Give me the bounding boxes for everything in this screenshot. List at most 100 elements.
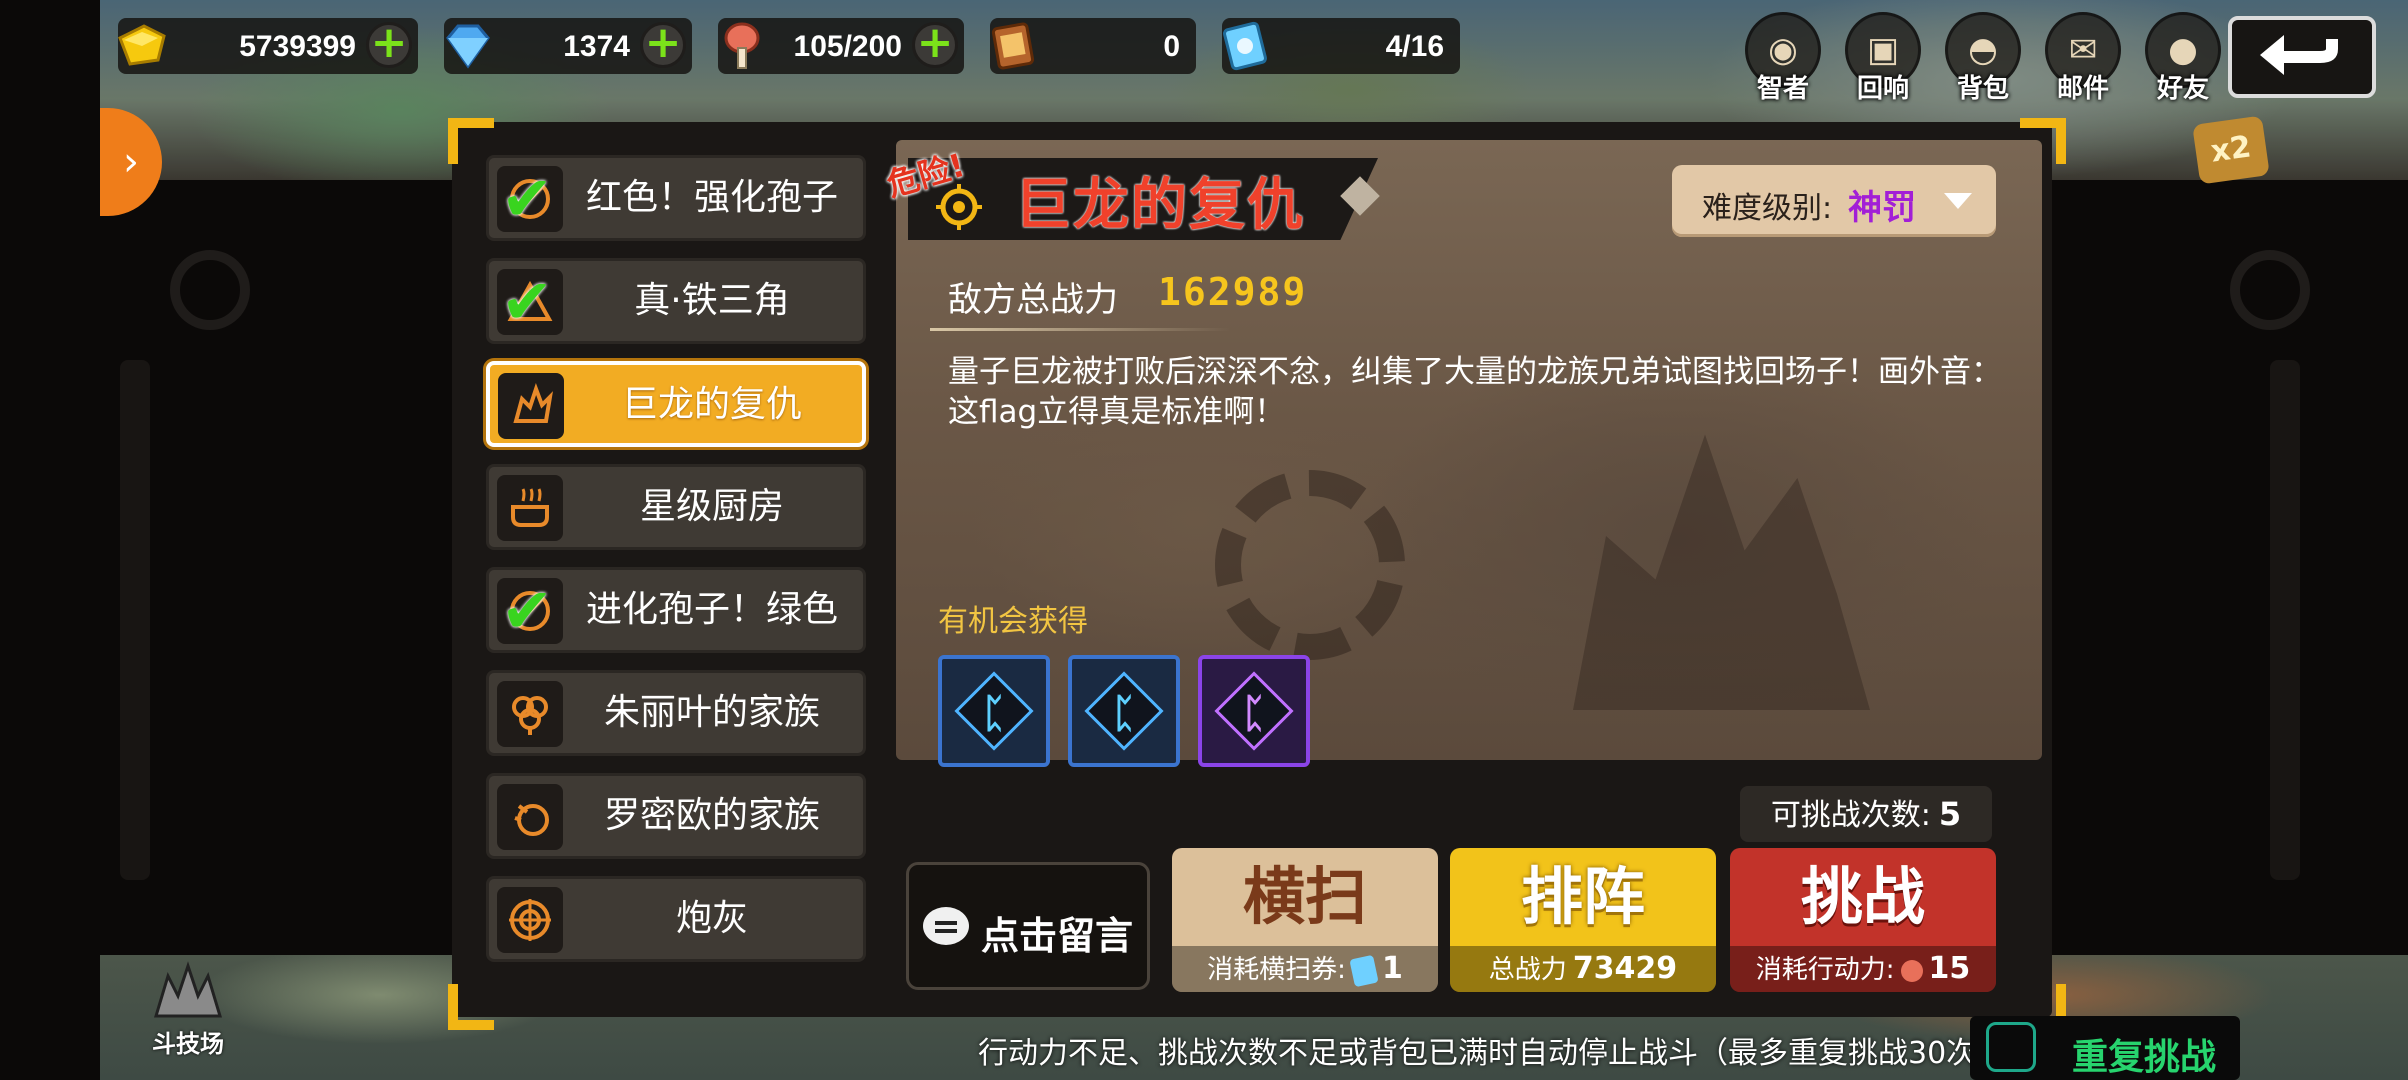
divider bbox=[930, 328, 1230, 331]
repeat-checkbox[interactable] bbox=[1986, 1022, 2036, 1072]
nav-echo[interactable]: ▣ 回响 bbox=[1838, 12, 1928, 104]
chat-bubble-icon bbox=[923, 907, 969, 945]
gold-resource: 5739399 + bbox=[118, 18, 418, 74]
stage-item-dragon-revenge[interactable]: 巨龙的复仇 bbox=[486, 361, 866, 447]
sweep-button[interactable]: 横扫 消耗横扫券: 1 bbox=[1172, 848, 1438, 992]
add-stamina-button[interactable]: + bbox=[912, 21, 958, 68]
chevron-down-icon bbox=[1944, 193, 1972, 209]
enemy-power-value: 162989 bbox=[1158, 270, 1308, 314]
auto-stop-note: 行动力不足、挑战次数不足或背包已满时自动停止战斗（最多重复挑战30次） bbox=[978, 1036, 2007, 1071]
attempts-label: 可挑战次数: bbox=[1770, 798, 1931, 833]
nav-mail-label: 邮件 bbox=[2056, 74, 2109, 104]
nav-friends[interactable]: ● 好友 bbox=[2138, 12, 2228, 104]
back-arrow-icon bbox=[2260, 35, 2338, 75]
deco-frame-left bbox=[120, 360, 150, 880]
flower-icon bbox=[497, 681, 563, 747]
add-diamond-button[interactable]: + bbox=[640, 21, 686, 68]
diamond-resource: 1374 + bbox=[444, 18, 692, 74]
challenge-label: 挑战 bbox=[1800, 860, 1925, 933]
lineup-button[interactable]: 排阵 总战力 73429 bbox=[1450, 848, 1716, 992]
card-icon bbox=[991, 22, 1035, 70]
ticket-value: 4/16 bbox=[1385, 30, 1444, 63]
drops-label: 有机会获得 bbox=[938, 604, 1088, 639]
arena-icon bbox=[153, 961, 223, 1018]
dragon-icon bbox=[498, 373, 564, 439]
triangle-icon: ✔ bbox=[497, 269, 563, 335]
arena-label: 斗技场 bbox=[152, 1030, 224, 1058]
stage-title: 巨龙的复仇 bbox=[1015, 173, 1305, 238]
nav-sage-label: 智者 bbox=[1756, 74, 1809, 104]
arena-button[interactable]: 斗技场 bbox=[128, 960, 248, 1060]
top-nav: ◉ 智者 ▣ 回响 ◓ 背包 ✉ 邮件 ● 好友 bbox=[1738, 12, 2228, 104]
lineup-label: 排阵 bbox=[1520, 860, 1645, 933]
drops-list: ᛈ ᛈ ᛈ bbox=[938, 655, 1310, 767]
diamond-icon bbox=[446, 24, 490, 69]
sweep-label: 横扫 bbox=[1242, 860, 1367, 933]
deco-ring-right bbox=[2230, 250, 2310, 330]
stage-item-cannon-fodder[interactable]: 炮灰 bbox=[486, 876, 866, 962]
stage-description: 量子巨龙被打败后深深不忿，纠集了大量的龙族兄弟试图找回场子！画外音：这flag立… bbox=[948, 354, 2002, 430]
creature-icon bbox=[497, 784, 563, 850]
enemy-power-label: 敌方总战力 bbox=[948, 280, 1118, 320]
gold-value: 5739399 bbox=[239, 30, 356, 63]
resource-bar: 5739399 + 1374 + 105/200 + 0 4/16 bbox=[118, 18, 1460, 78]
repeat-challenge-label: 重复挑战 bbox=[2072, 1037, 2217, 1078]
stage-item-iron-triangle[interactable]: ✔ 真·铁三角 bbox=[486, 258, 866, 344]
challenge-button[interactable]: 挑战 消耗行动力: 15 bbox=[1730, 848, 1996, 992]
gold-icon bbox=[118, 24, 166, 66]
stage-name: 朱丽叶的家族 bbox=[603, 692, 820, 733]
comment-button[interactable]: 点击留言 bbox=[906, 862, 1150, 990]
ticket-icon bbox=[1349, 954, 1379, 987]
meat-icon bbox=[724, 22, 760, 69]
target-icon bbox=[497, 887, 563, 953]
spore-icon: ✔ bbox=[497, 578, 563, 644]
back-button[interactable] bbox=[2228, 16, 2376, 98]
drop-item[interactable]: ᛈ bbox=[1198, 655, 1310, 767]
deco-frame-right bbox=[2270, 360, 2300, 880]
stage-name: 罗密欧的家族 bbox=[603, 795, 820, 836]
drop-item[interactable]: ᛈ bbox=[1068, 655, 1180, 767]
lineup-power: 总战力 73429 bbox=[1450, 946, 1716, 992]
stage-item-star-kitchen[interactable]: 星级厨房 bbox=[486, 464, 866, 550]
nav-sage[interactable]: ◉ 智者 bbox=[1738, 12, 1828, 104]
stage-name: 红色！强化孢子 bbox=[585, 177, 838, 218]
nav-echo-label: 回响 bbox=[1856, 74, 1909, 104]
stage-name: 星级厨房 bbox=[639, 486, 784, 527]
ticket-icon bbox=[1223, 21, 1267, 71]
cleared-check-icon: ✔ bbox=[501, 162, 553, 235]
attempts-value: 5 bbox=[1938, 795, 1962, 833]
meat-icon bbox=[1900, 959, 1923, 982]
nav-mail[interactable]: ✉ 邮件 bbox=[2038, 12, 2128, 104]
stage-item-juliet-family[interactable]: 朱丽叶的家族 bbox=[486, 670, 866, 756]
add-gold-button[interactable]: + bbox=[366, 21, 412, 68]
card-value: 0 bbox=[1163, 30, 1180, 63]
cleared-check-icon: ✔ bbox=[501, 574, 553, 647]
multiplier-badge: x2 bbox=[2192, 115, 2270, 185]
stage-item-green-spore[interactable]: ✔ 进化孢子！绿色 bbox=[486, 567, 866, 653]
stamina-resource: 105/200 + bbox=[718, 18, 964, 74]
difficulty-value: 神罚 bbox=[1848, 188, 1916, 228]
stage-item-red-spore[interactable]: ✔ 红色！强化孢子 bbox=[486, 155, 866, 241]
drop-item[interactable]: ᛈ bbox=[938, 655, 1050, 767]
nav-backpack-label: 背包 bbox=[1956, 74, 2009, 104]
stage-name: 炮灰 bbox=[675, 898, 748, 939]
challenge-cost: 消耗行动力: 15 bbox=[1730, 946, 1996, 992]
panel-corner bbox=[448, 984, 494, 1030]
ticket-resource: 4/16 bbox=[1222, 18, 1460, 74]
stage-item-romeo-family[interactable]: 罗密欧的家族 bbox=[486, 773, 866, 859]
stage-name: 巨龙的复仇 bbox=[621, 384, 802, 425]
stage-name: 真·铁三角 bbox=[634, 280, 790, 321]
nav-friends-label: 好友 bbox=[2156, 74, 2209, 104]
attempts-counter: 可挑战次数: 5 bbox=[1740, 786, 1992, 842]
card-resource: 0 bbox=[990, 18, 1196, 74]
nav-backpack[interactable]: ◓ 背包 bbox=[1938, 12, 2028, 104]
stamina-value: 105/200 bbox=[793, 30, 902, 63]
comment-button-label: 点击留言 bbox=[981, 914, 1134, 958]
cleared-check-icon: ✔ bbox=[501, 265, 553, 338]
difficulty-select[interactable]: 难度级别: 神罚 bbox=[1672, 165, 1996, 237]
spore-icon: ✔ bbox=[497, 166, 563, 232]
pot-icon bbox=[497, 475, 563, 541]
diamond-value: 1374 bbox=[563, 30, 630, 63]
difficulty-label: 难度级别: bbox=[1702, 191, 1833, 226]
stage-name: 进化孢子！绿色 bbox=[585, 589, 838, 630]
